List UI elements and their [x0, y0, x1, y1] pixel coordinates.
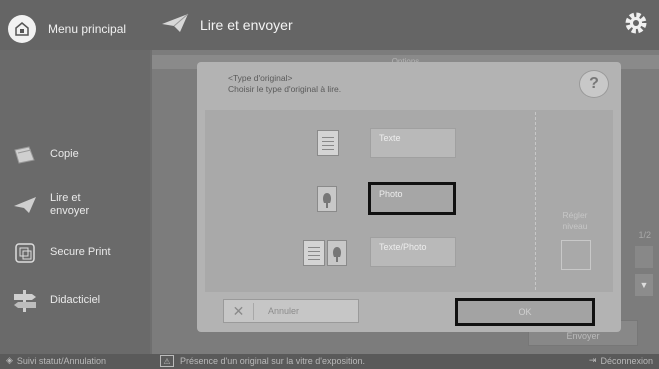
logout-button[interactable]: ⇥ Déconnexion: [589, 355, 653, 366]
logout-icon: ⇥: [588, 355, 597, 365]
adjust-level-label: Régler niveau: [545, 210, 605, 231]
text-document-icon: [303, 240, 325, 266]
ok-label: OK: [518, 307, 532, 317]
tutorial-icon: [10, 286, 40, 316]
sidebar-item-label: Lire et envoyer: [50, 191, 90, 217]
paper-plane-icon: [160, 12, 190, 39]
sidebar-item-label: Secure Print: [50, 246, 111, 259]
adjust-level-line2: niveau: [562, 220, 588, 231]
sidebar-item-copie[interactable]: Copie: [10, 138, 150, 172]
cancel-label: Annuler: [268, 306, 300, 316]
help-button[interactable]: ?: [579, 70, 609, 98]
top-bar: Menu principal Lire et envoyer: [0, 0, 659, 50]
text-document-icon: [317, 130, 339, 156]
logout-label: Déconnexion: [600, 355, 653, 366]
dialog-title: <Type d'original>: [228, 73, 293, 83]
sidebar-item-label: Didacticiel: [50, 294, 101, 307]
home-icon: [8, 15, 36, 43]
photo-icon: [317, 186, 337, 212]
page-title-area: Lire et envoyer: [160, 12, 293, 38]
send-icon: [10, 190, 40, 220]
page-title: Lire et envoyer: [200, 17, 293, 33]
copy-icon: [10, 140, 40, 170]
secure-print-icon: [10, 238, 40, 268]
cancel-button[interactable]: ✕ Annuler: [223, 299, 359, 323]
panel-divider: [535, 112, 536, 290]
adjust-level-line1: Régler: [562, 210, 588, 220]
status-monitor-button[interactable]: ◈ Suivi statut/Annulation: [6, 355, 106, 366]
warning-icon: ⚠: [160, 355, 174, 367]
page-indicator: 1/2: [638, 230, 651, 240]
option-photo-button[interactable]: Photo: [368, 182, 456, 215]
gear-icon[interactable]: [623, 10, 649, 36]
status-monitor-label: Suivi statut/Annulation: [16, 355, 106, 366]
home-label: Menu principal: [48, 22, 127, 36]
option-texte-button[interactable]: Texte: [370, 128, 456, 158]
scroll-up-button[interactable]: [635, 246, 653, 268]
close-icon: ✕: [224, 302, 254, 320]
status-bar: ◈ Suivi statut/Annulation ⚠ Présence d'u…: [0, 354, 659, 369]
adjust-level-button: [561, 240, 591, 270]
status-message: Présence d'un original sur la vitre d'ex…: [180, 356, 366, 366]
option-texte-photo-button[interactable]: Texte/Photo: [370, 237, 456, 267]
ok-button[interactable]: OK: [455, 298, 595, 326]
scroll-down-button[interactable]: ▼: [635, 274, 653, 296]
sidebar-item-lire-envoyer[interactable]: Lire et envoyer: [10, 188, 150, 222]
sidebar-item-didacticiel[interactable]: Didacticiel: [10, 284, 150, 318]
sidebar-item-secure-print[interactable]: Secure Print: [10, 236, 150, 270]
original-type-dialog: <Type d'original> Choisir le type d'orig…: [197, 62, 621, 332]
home-button[interactable]: Menu principal: [8, 14, 148, 44]
sidebar: Copie Lire et envoyer Secure Print Didac…: [0, 50, 150, 354]
options-panel: Texte Photo Texte/Photo Régler niveau: [205, 110, 613, 292]
sidebar-item-label: Copie: [50, 148, 79, 161]
status-icon: ◈: [6, 355, 13, 365]
dialog-instruction: Choisir le type d'original à lire.: [228, 84, 342, 94]
status-message-area: ⚠ Présence d'un original sur la vitre d'…: [160, 355, 365, 367]
photo-icon: [327, 240, 347, 266]
